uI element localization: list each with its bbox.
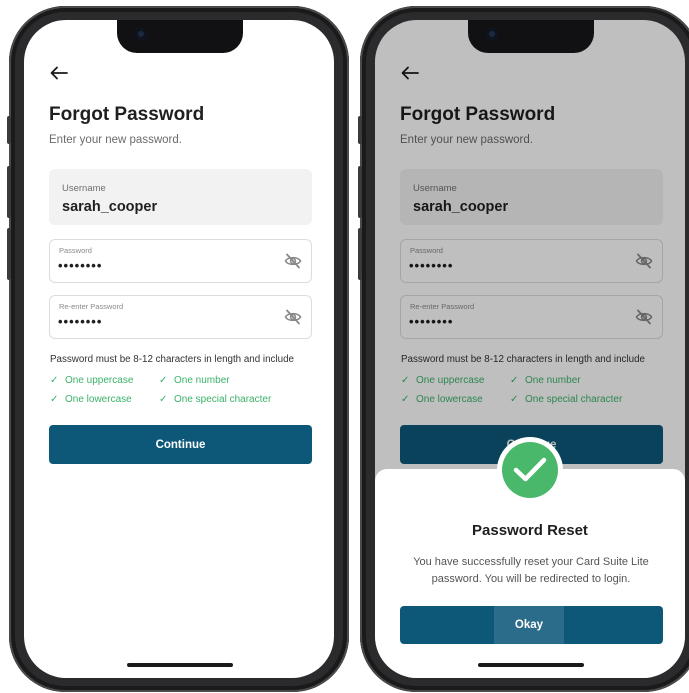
side-button xyxy=(7,116,11,144)
eye-off-icon[interactable] xyxy=(284,253,302,269)
phone-frame-left: Forgot Password Enter your new password.… xyxy=(7,6,349,692)
check-number: ✓ One number xyxy=(159,375,230,386)
side-button xyxy=(358,116,362,144)
reenter-password-field[interactable]: Re-enter Password •••••••• xyxy=(49,295,312,339)
camera xyxy=(486,28,498,40)
password-label: Password xyxy=(59,246,92,255)
password-reset-modal: Password Reset You have successfully res… xyxy=(375,437,685,678)
side-button xyxy=(7,228,11,280)
checkmark-icon: ✓ xyxy=(50,394,59,405)
username-value: sarah_cooper xyxy=(62,199,158,215)
check-circle-icon xyxy=(497,437,563,503)
checkmark-icon: ✓ xyxy=(50,375,59,386)
check-lowercase: ✓ One lowercase xyxy=(50,394,132,405)
notch xyxy=(117,20,243,53)
page-subtitle: Enter your new password. xyxy=(49,134,182,146)
checkmark-icon: ✓ xyxy=(159,375,168,386)
camera xyxy=(135,28,147,40)
side-button xyxy=(358,228,362,280)
modal-title: Password Reset xyxy=(472,522,588,539)
check-uppercase: ✓ One uppercase xyxy=(50,375,133,386)
phone-frame-right: Forgot Password Enter your new password.… xyxy=(358,6,689,692)
reenter-password-label: Re-enter Password xyxy=(59,302,124,311)
check-special: ✓ One special character xyxy=(159,394,271,405)
checkmark-icon: ✓ xyxy=(159,394,168,405)
check-label: One lowercase xyxy=(65,394,132,405)
page-title: Forgot Password xyxy=(49,104,205,125)
check-label: One uppercase xyxy=(65,375,134,386)
okay-button-label: Okay xyxy=(494,606,564,644)
back-arrow-icon[interactable] xyxy=(50,66,68,80)
username-field[interactable]: Username sarah_cooper xyxy=(49,169,312,225)
modal-message: You have successfully reset your Card Su… xyxy=(413,556,649,585)
check-label: One number xyxy=(174,375,230,386)
reenter-password-value: •••••••• xyxy=(58,314,103,329)
password-rule-text: Password must be 8-12 characters in leng… xyxy=(50,354,294,365)
continue-button[interactable]: Continue xyxy=(49,425,312,464)
notch xyxy=(468,20,594,53)
okay-button[interactable]: Okay xyxy=(400,606,663,644)
username-label: Username xyxy=(62,183,106,194)
forgot-password-screen: Forgot Password Enter your new password.… xyxy=(24,20,334,678)
eye-off-icon[interactable] xyxy=(284,309,302,325)
check-label: One special character xyxy=(174,394,272,405)
side-button xyxy=(358,166,362,218)
password-field[interactable]: Password •••••••• xyxy=(49,239,312,283)
password-value: •••••••• xyxy=(58,258,103,273)
side-button xyxy=(7,166,11,218)
home-indicator xyxy=(127,663,233,667)
password-reset-screen: Forgot Password Enter your new password.… xyxy=(375,20,685,678)
home-indicator xyxy=(478,663,584,667)
